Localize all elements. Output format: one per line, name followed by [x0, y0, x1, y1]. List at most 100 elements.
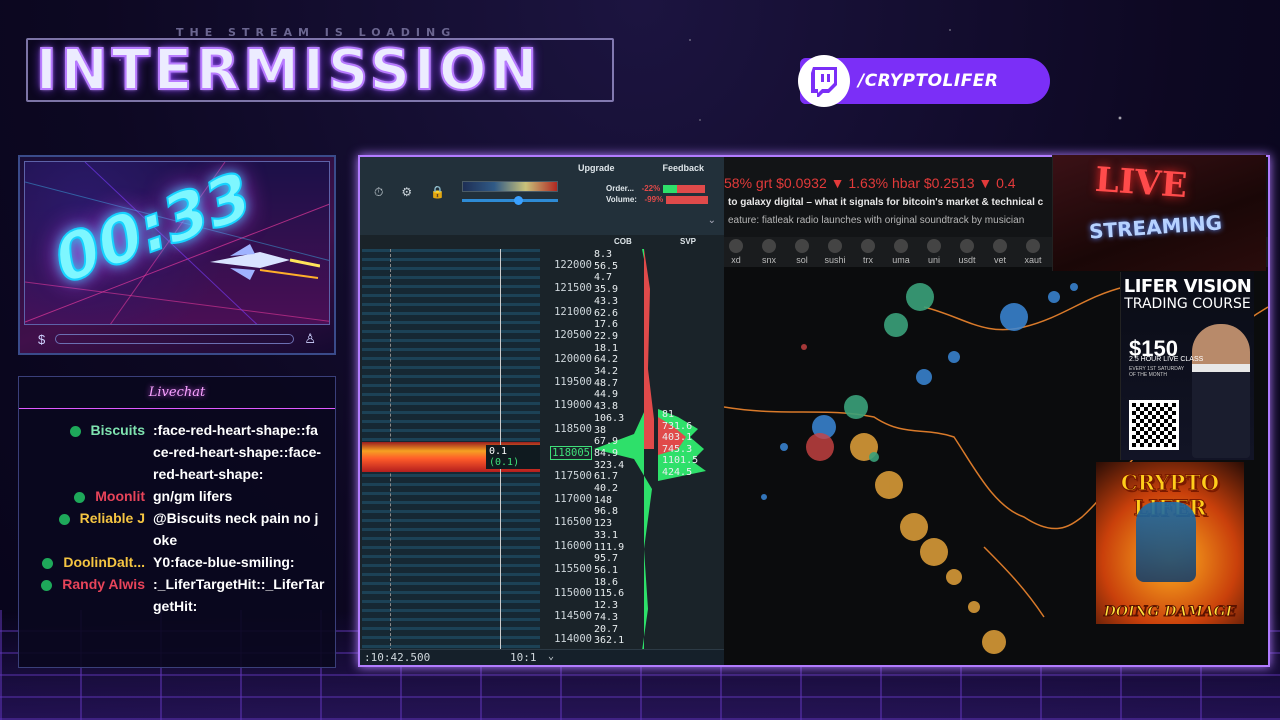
price-level: 115500	[554, 563, 592, 576]
cob-value: 43.3	[594, 295, 619, 307]
cob-value: 56.1	[594, 564, 619, 576]
coin-button[interactable]: sushi	[823, 239, 847, 265]
spaceship-icon	[210, 244, 320, 280]
subscriber-badge-icon	[58, 513, 70, 525]
price-level: 115000	[554, 586, 592, 599]
chat-username[interactable]: Randy Alwis	[23, 573, 153, 617]
coin-label: snx	[761, 255, 776, 265]
cob-value: 148	[594, 494, 613, 506]
stream-overlay: THE STREAM IS LOADING INTERMISSION /CRYP…	[0, 0, 1280, 720]
svp-value: 1101.5	[662, 455, 699, 467]
coin-button[interactable]: snx	[757, 239, 781, 265]
coin-label: usdt	[958, 255, 976, 265]
cob-value: 67.9	[594, 436, 619, 448]
feedback-link[interactable]: Feedback	[662, 163, 704, 173]
chat-message: DoolinDalt... Y0:face-blue-smiling:	[23, 551, 325, 573]
course-class: 2.5 HOUR LIVE CLASS	[1129, 356, 1204, 363]
svp-value: 731.6	[662, 420, 693, 432]
price-level: 114500	[554, 610, 592, 622]
cob-value: 323.4	[594, 459, 625, 471]
chat-text: :_LiferTargetHit::_LiferTargetHit:	[153, 576, 325, 614]
upgrade-link[interactable]: Upgrade	[578, 163, 615, 173]
marker-value: 0.1	[489, 446, 508, 457]
svp-value: 403.1	[662, 432, 693, 444]
cob-value: 12.3	[594, 600, 619, 612]
coin-label: xd	[731, 255, 741, 265]
intensity-slider[interactable]	[462, 196, 558, 205]
chat-username[interactable]: DoolinDalt...	[23, 551, 153, 573]
channel-handle[interactable]: /CRYPTOLIFER	[798, 55, 1050, 107]
chat-text: :face-red-heart-shape::face-red-heart-sh…	[153, 422, 322, 482]
coin-icon	[861, 239, 875, 253]
coin-icon	[795, 239, 809, 253]
cob-value: 18.1	[594, 342, 619, 354]
slider-knob[interactable]	[514, 196, 523, 205]
coin-button[interactable]: sol	[790, 239, 814, 265]
liquidity-heatmap[interactable]: 0.1 (0.1)	[362, 249, 540, 651]
column-headers: COB SVP	[360, 237, 724, 249]
cob-value: 4.7	[594, 272, 613, 284]
countdown-panel: 00:33 $ ♙	[18, 155, 336, 355]
coin-icon	[993, 239, 1007, 253]
headline-ticker: to galaxy digital – what it signals for …	[728, 197, 1044, 208]
timer-icon[interactable]: ⏱	[374, 185, 383, 200]
chevron-down-icon[interactable]: ⌄	[548, 651, 554, 662]
current-price-label: 118005	[550, 446, 592, 461]
cob-value: 44.9	[594, 389, 619, 401]
cob-value: 106.3	[594, 412, 625, 424]
coin-icon	[1026, 239, 1040, 253]
cob-value: 43.8	[594, 401, 619, 413]
cob-value: 48.7	[594, 377, 619, 389]
chat-username-text: Reliable J	[79, 510, 145, 526]
course-schedule: EVERY 1ST SATURDAY OF THE MONTH	[1129, 366, 1185, 378]
chat-username-text: Randy Alwis	[62, 576, 145, 592]
coin-label: uni	[927, 255, 940, 265]
twitch-icon	[798, 55, 850, 107]
time-axis: :10:42.500 10:1 ⌄	[360, 649, 724, 665]
coin-button[interactable]: vet	[988, 239, 1012, 265]
subscriber-badge-icon	[74, 491, 86, 503]
chat-username-text: DoolinDalt...	[63, 554, 145, 570]
cob-value: 38	[594, 424, 607, 436]
price-level: 121500	[554, 282, 592, 295]
coin-button[interactable]: xd	[724, 239, 748, 265]
skater-figure	[1136, 502, 1196, 582]
cob-value: 35.9	[594, 284, 619, 296]
price-level: 117500	[554, 469, 592, 482]
color-scale-select[interactable]	[462, 181, 558, 192]
coin-icon	[729, 239, 743, 253]
svp-value: 81	[662, 409, 675, 420]
price-level: 116500	[554, 516, 592, 529]
price-level: 119000	[554, 399, 592, 412]
chat-username[interactable]: Moonlit	[23, 485, 153, 507]
course-ad[interactable]: LIFER VISION TRADING COURSE $150 2.5 HOU…	[1120, 272, 1254, 460]
chat-text: gn/gm lifers	[153, 488, 233, 504]
chat-message: Randy Alwis :_LiferTargetHit::_LiferTarge…	[23, 573, 325, 617]
cob-value: 18.6	[594, 576, 619, 588]
cob-value: 123	[594, 518, 613, 530]
coin-icon	[828, 239, 842, 253]
qr-code[interactable]	[1129, 400, 1179, 450]
coin-label: uma	[892, 255, 910, 265]
lock-icon[interactable]: 🔒	[430, 185, 445, 200]
price-ticker: 58% grt $0.0932 ▼ 1.63% hbar $0.2513 ▼ 0…	[724, 175, 1016, 191]
coin-button[interactable]: trx	[856, 239, 880, 265]
chevron-down-icon[interactable]: ⌄	[708, 215, 716, 226]
toolbar-icons: ⏱ ⚙ 🔒	[374, 185, 445, 200]
svp-value: 424.5	[662, 466, 693, 478]
cob-value: 84.9	[594, 447, 619, 459]
chat-username[interactable]: Biscuits	[23, 419, 153, 485]
volume-meter	[666, 195, 709, 204]
coin-button[interactable]: xaut	[1021, 239, 1045, 265]
volume-label: Volume:	[606, 195, 637, 204]
chat-username[interactable]: Reliable J	[23, 507, 153, 551]
coin-button[interactable]: usdt	[955, 239, 979, 265]
coin-button[interactable]: uni	[922, 239, 946, 265]
orderbook-toolbar: Upgrade Feedback ⏱ ⚙ 🔒 Order... -22% Vol…	[360, 157, 724, 235]
settings-icon[interactable]: ⚙	[401, 185, 412, 200]
price-level: 116000	[554, 539, 592, 552]
cob-value: 34.2	[594, 366, 619, 378]
price-level: 120500	[554, 329, 592, 342]
coin-button[interactable]: uma	[889, 239, 913, 265]
countdown-scene: 00:33	[24, 161, 330, 325]
